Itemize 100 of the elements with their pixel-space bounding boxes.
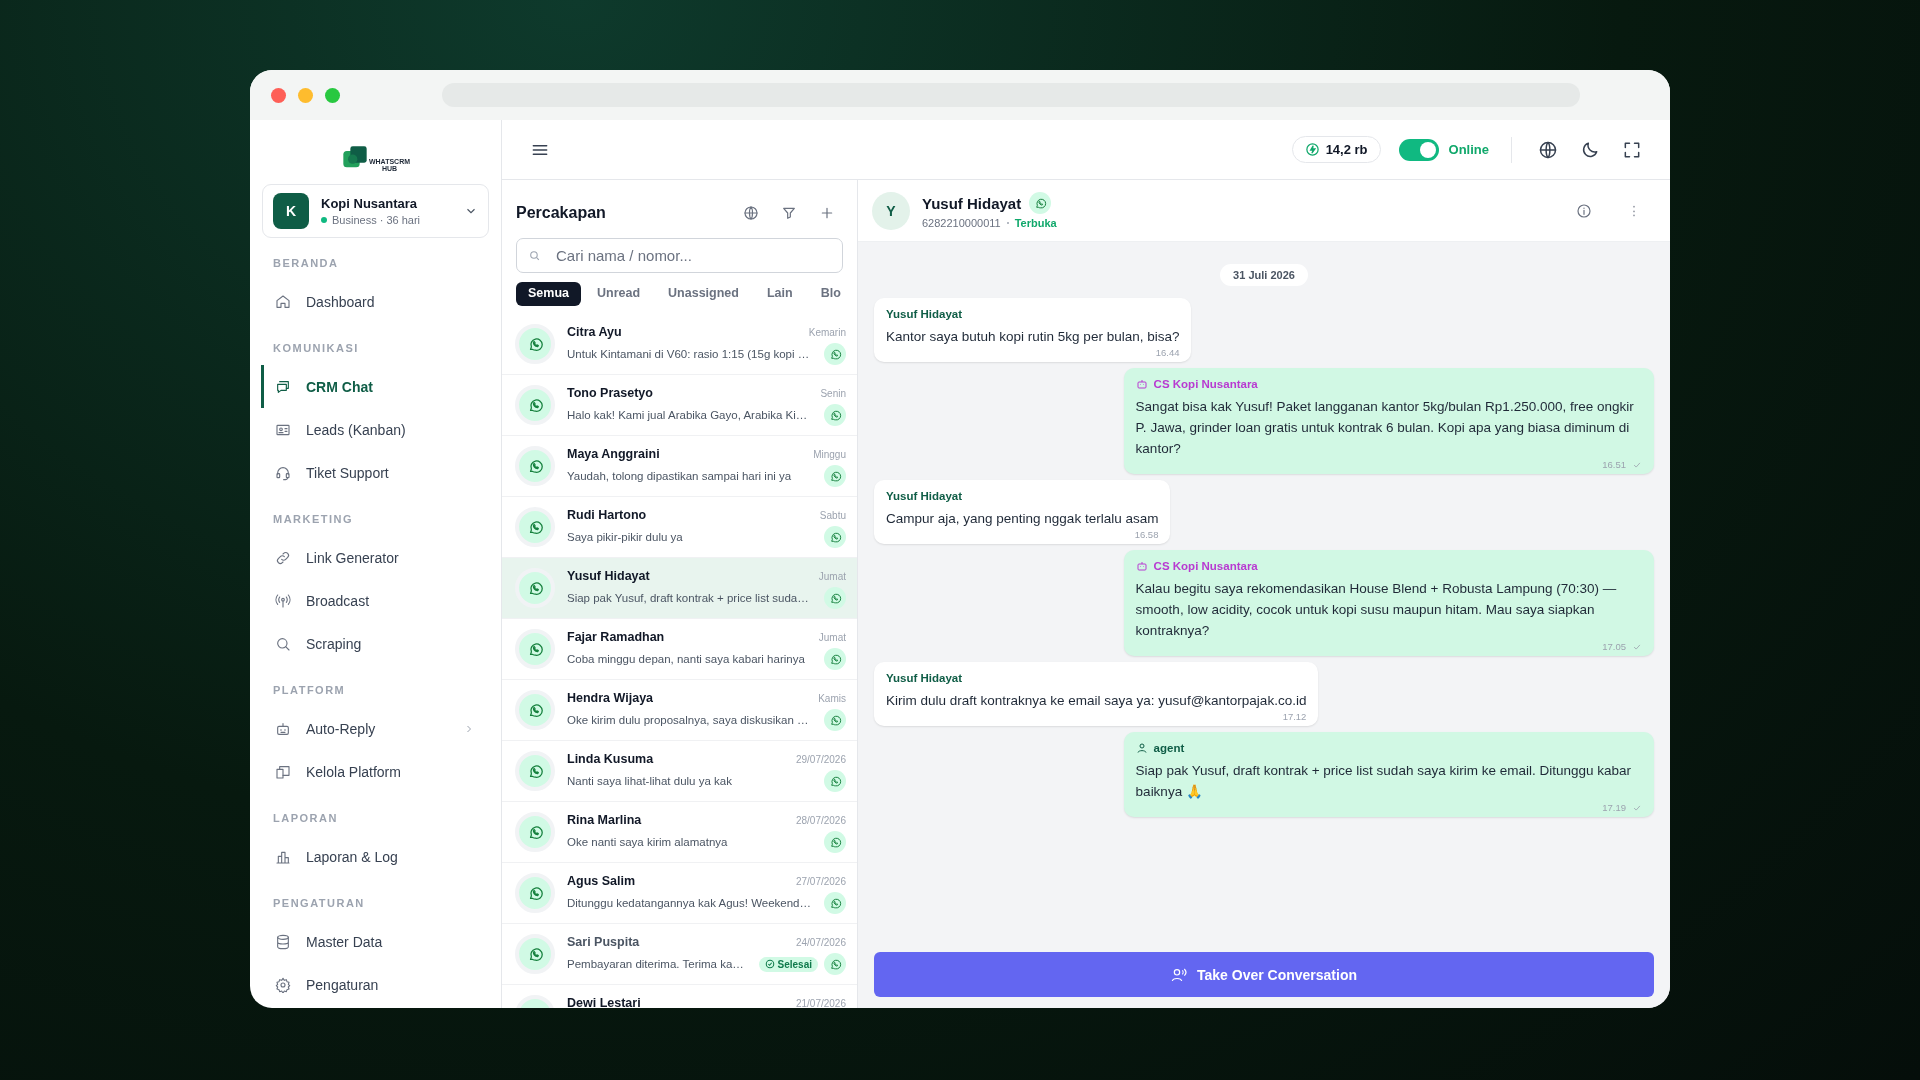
nav-item[interactable]: Dashboard	[261, 280, 489, 323]
conversation-item[interactable]: Fajar Ramadhan Jumat Coba minggu depan, nanti saya kabari harinya	[502, 619, 857, 680]
contact-name: Tono Prasetyo	[567, 386, 653, 400]
contact-name: Linda Kusuma	[567, 752, 654, 766]
nav-item[interactable]: Kelola Platform	[261, 750, 489, 793]
conversation-item[interactable]: Dewi Lestari 21/07/2026	[502, 985, 857, 1008]
contact-name: Fajar Ramadhan	[567, 630, 665, 644]
conversation-item[interactable]: Hendra Wijaya Kamis Oke kirim dulu proposalnya, saya diskusikan …	[502, 680, 857, 741]
message-time: Minggu	[813, 449, 846, 460]
phone-number: 6282210000011	[922, 217, 1001, 229]
section-label: LAPORAN	[273, 812, 339, 824]
date-pill: 31 Juli 2026	[1220, 264, 1308, 286]
contact-avatar: Y	[872, 191, 910, 230]
contact-name: Yusuf Hidayat	[567, 569, 650, 583]
sender-name: agent	[1153, 742, 1185, 754]
conversation-item[interactable]: Citra Ayu Kemarin Untuk Kintamani di V60: rasio 1:15 (15g kopi …	[502, 314, 857, 375]
account-plan: Business · 36 hari	[332, 214, 421, 226]
filter-tab[interactable]: Unread	[585, 282, 653, 306]
message-preview: Coba minggu depan, nanti saya kabari harinya	[567, 653, 806, 665]
nav-item[interactable]: Link Generator	[261, 536, 489, 579]
message-text: Campur aja, yang penting nggak terlalu asam	[886, 510, 1159, 528]
message-time: Sabtu	[819, 510, 846, 521]
conversation-item[interactable]: Sari Puspita 24/07/2026 Pembayaran diterima. Terima ka… Selesai	[502, 924, 857, 985]
take-over-button[interactable]: Take Over Conversation	[874, 952, 1654, 997]
nav-item[interactable]: Master Data	[261, 920, 489, 963]
status-badge: Selesai	[758, 956, 818, 972]
message-preview: Halo kak! Kami jual Arabika Gayo, Arabika Ki…	[567, 409, 809, 421]
message-time: 29/07/2026	[795, 754, 846, 765]
contact-name: Agus Salim	[567, 874, 636, 888]
nav-item[interactable]: Auto-Reply	[261, 707, 489, 750]
conversation-item[interactable]: Rina Marlina 28/07/2026 Oke nanti saya kirim alamatnya	[502, 802, 857, 863]
sender-name: Yusuf Hidayat	[886, 672, 963, 684]
conversation-item[interactable]: Tono Prasetyo Senin Halo kak! Kami jual Arabika Gayo, Arabika Ki…	[502, 375, 857, 436]
nav-item[interactable]: Leads (Kanban)	[261, 408, 489, 451]
section-label: BERANDA	[273, 257, 340, 269]
search-field[interactable]: Cari nama / nomor...	[516, 238, 843, 273]
message-time: 16.44	[1155, 347, 1180, 358]
section-label: MARKETING	[273, 513, 355, 525]
message-time: Senin	[820, 388, 846, 399]
message-time: 21/07/2026	[795, 998, 846, 1008]
sender-name: Yusuf Hidayat	[886, 490, 963, 502]
section-label: KOMUNIKASI	[273, 342, 360, 354]
message-text: Kalau begitu saya rekomendasikan House Blend + Robusta Lampung (70:30) — smooth, low acidity, cocok untuk kopi susu maupun hitam. Mau saya siapkan kontraknya?	[1135, 580, 1618, 640]
conversation-item[interactable]: Agus Salim 27/07/2026 Ditunggu kedatangannya kak Agus! Weekend…	[502, 863, 857, 924]
panel-title: Percakapan	[516, 204, 606, 222]
message-time: 16.51	[1602, 459, 1626, 470]
contact-name: Hendra Wijaya	[567, 691, 654, 705]
message-preview: Nanti saya lihat-lihat dulu ya kak	[567, 775, 733, 787]
contact-name: Maya Anggraini	[567, 447, 660, 461]
message-time: 17.12	[1282, 711, 1307, 722]
message-time: Kamis	[818, 693, 846, 704]
filter-tab[interactable]: Semua	[516, 282, 581, 306]
account-switcher[interactable]: K Kopi Nusantara Business · 36 hari	[262, 184, 489, 238]
message-time: 24/07/2026	[795, 937, 846, 948]
message-preview: Yaudah, tolong dipastikan sampai hari ini ya	[567, 470, 793, 482]
message-text: Kantor saya butuh kopi rutin 5kg per bulan, bisa?	[886, 328, 1180, 346]
message-preview: Saya pikir-pikir dulu ya	[567, 531, 684, 543]
status-label: Online	[1448, 142, 1489, 157]
message-time: 16.58	[1134, 529, 1159, 540]
message-time: Jumat	[818, 632, 846, 643]
sender-name: CS Kopi Nusantara	[1153, 378, 1258, 390]
sender-name: CS Kopi Nusantara	[1153, 560, 1258, 572]
conversation-status: Terbuka	[1014, 217, 1057, 229]
section-label: PLATFORM	[273, 684, 347, 696]
filter-tab[interactable]: Unassigned	[656, 282, 751, 306]
filter-tab[interactable]: Lain	[754, 282, 805, 306]
message-text: Kirim dulu draft kontraknya ke email saya ya: yusuf@kantorpajak.co.id	[886, 692, 1307, 710]
nav-item[interactable]: Pengaturan	[261, 963, 489, 1006]
contact-name: Citra Ayu	[567, 325, 622, 339]
nav-item[interactable]: Laporan & Log	[261, 835, 489, 878]
account-avatar: K	[273, 193, 309, 229]
sender-name: Yusuf Hidayat	[886, 308, 963, 320]
message-time: Kemarin	[808, 327, 846, 338]
section-label: PENGATURAN	[273, 897, 366, 909]
message-preview: Oke nanti saya kirim alamatnya	[567, 836, 729, 848]
contact-name: Rudi Hartono	[567, 508, 647, 522]
contact-name: Yusuf Hidayat	[922, 194, 1022, 212]
message-time: 17.05	[1602, 641, 1626, 652]
message-time: 27/07/2026	[795, 876, 846, 887]
message-preview: Siap pak Yusuf, draft kontrak + price list suda…	[567, 592, 810, 604]
conversation-item[interactable]: Linda Kusuma 29/07/2026 Nanti saya lihat-lihat dulu ya kak	[502, 741, 857, 802]
message-preview: Pembayaran diterima. Terima ka…	[567, 958, 745, 970]
message-time: Jumat	[818, 571, 846, 582]
contact-name: Rina Marlina	[567, 813, 642, 827]
message-preview: Ditunggu kedatangannya kak Agus! Weekend…	[567, 897, 812, 909]
message-time: 28/07/2026	[795, 815, 846, 826]
message-text: Siap pak Yusuf, draft kontrak + price list sudah saya kirim ke email. Ditunggu kabar baiknya 🙏	[1135, 762, 1632, 801]
message-preview: Untuk Kintamani di V60: rasio 1:15 (15g kopi …	[567, 348, 811, 360]
contact-name: Dewi Lestari	[567, 996, 641, 1008]
filter-tab[interactable]: Blo	[808, 282, 853, 306]
nav-item[interactable]: Broadcast	[261, 579, 489, 622]
nav-item[interactable]: Tiket Support	[261, 451, 489, 494]
account-name: Kopi Nusantara	[321, 196, 419, 211]
conversation-item[interactable]: Yusuf Hidayat Jumat Siap pak Yusuf, draft kontrak + price list suda…	[502, 558, 857, 619]
nav-item[interactable]: Scraping	[261, 622, 489, 665]
message-time: 17.19	[1602, 802, 1626, 813]
nav-item[interactable]: CRM Chat	[261, 365, 489, 408]
conversation-item[interactable]: Maya Anggraini Minggu Yaudah, tolong dipastikan sampai hari ini ya	[502, 436, 857, 497]
contact-name: Sari Puspita	[567, 935, 640, 949]
message-preview: Oke kirim dulu proposalnya, saya diskusikan …	[567, 714, 810, 726]
